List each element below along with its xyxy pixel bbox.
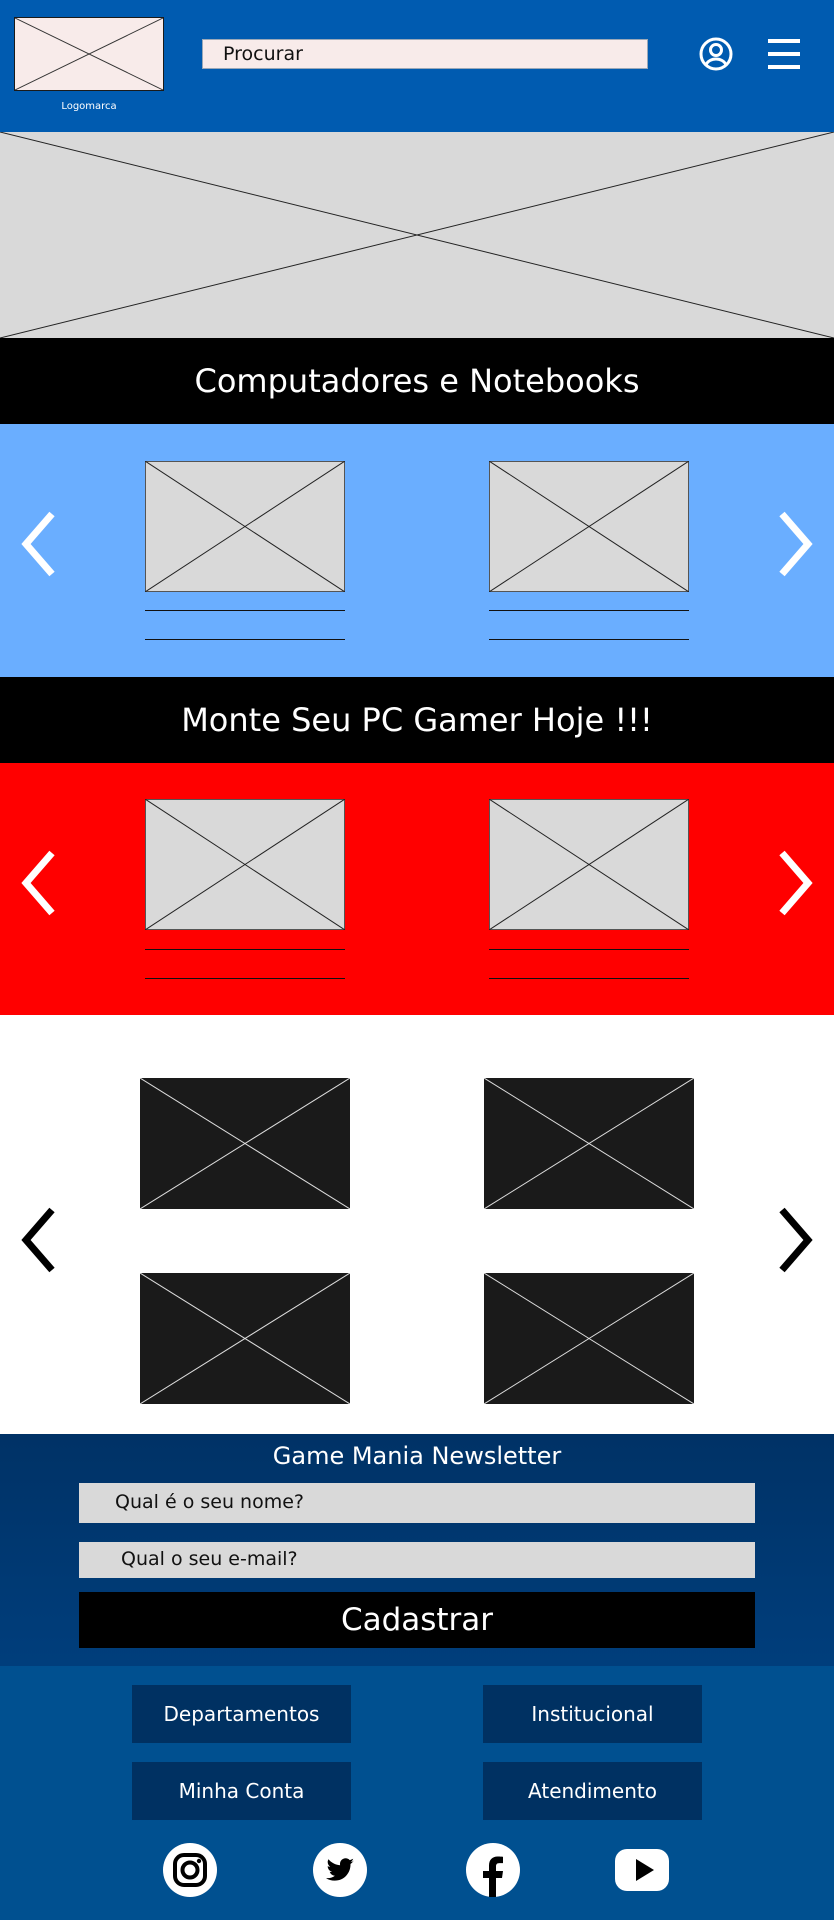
gamer-carousel [0, 763, 834, 1015]
user-circle-icon[interactable] [698, 36, 734, 72]
chevron-left-icon[interactable] [16, 845, 62, 921]
product-image-placeholder[interactable] [145, 799, 345, 930]
chevron-right-icon[interactable] [772, 845, 818, 921]
youtube-icon[interactable] [614, 1842, 670, 1898]
subscribe-button[interactable]: Cadastrar [79, 1592, 755, 1648]
email-input[interactable]: Qual o seu e-mail? [79, 1542, 755, 1578]
footer-link-departamentos[interactable]: Departamentos [132, 1685, 351, 1743]
product-title-line [145, 610, 345, 611]
featured-image-placeholder[interactable] [140, 1078, 350, 1209]
product-title-line [489, 610, 689, 611]
footer [0, 1666, 834, 1920]
featured-image-placeholder[interactable] [484, 1273, 694, 1404]
footer-link-atendimento[interactable]: Atendimento [483, 1762, 702, 1820]
product-price-line [145, 639, 345, 640]
featured-grid-carousel [0, 1015, 834, 1434]
hamburger-menu-icon[interactable] [766, 37, 802, 71]
product-title-line [489, 949, 689, 950]
chevron-right-icon[interactable] [772, 506, 818, 582]
featured-image-placeholder[interactable] [140, 1273, 350, 1404]
product-price-line [489, 639, 689, 640]
product-title-line [145, 949, 345, 950]
hero-banner[interactable] [0, 132, 834, 338]
logo-placeholder[interactable] [14, 17, 164, 91]
newsletter-title: Game Mania Newsletter [272, 1442, 562, 1470]
section-title-computers: Computadores e Notebooks [0, 338, 834, 424]
instagram-icon[interactable] [162, 1842, 218, 1898]
search-input[interactable]: Procurar [202, 39, 648, 69]
chevron-left-icon[interactable] [16, 1202, 62, 1278]
product-price-line [489, 978, 689, 979]
logo-caption: Logomarca [61, 101, 117, 112]
facebook-icon[interactable] [465, 1842, 521, 1898]
twitter-icon[interactable] [312, 1842, 368, 1898]
footer-link-minha-conta[interactable]: Minha Conta [132, 1762, 351, 1820]
name-input[interactable]: Qual é o seu nome? [79, 1483, 755, 1523]
chevron-left-icon[interactable] [16, 506, 62, 582]
chevron-right-icon[interactable] [772, 1202, 818, 1278]
footer-link-institucional[interactable]: Institucional [483, 1685, 702, 1743]
product-image-placeholder[interactable] [145, 461, 345, 592]
product-price-line [145, 978, 345, 979]
section-title-pc-gamer: Monte Seu PC Gamer Hoje !!! [0, 677, 834, 763]
computers-carousel [0, 424, 834, 677]
product-image-placeholder[interactable] [489, 461, 689, 592]
product-image-placeholder[interactable] [489, 799, 689, 930]
featured-image-placeholder[interactable] [484, 1078, 694, 1209]
